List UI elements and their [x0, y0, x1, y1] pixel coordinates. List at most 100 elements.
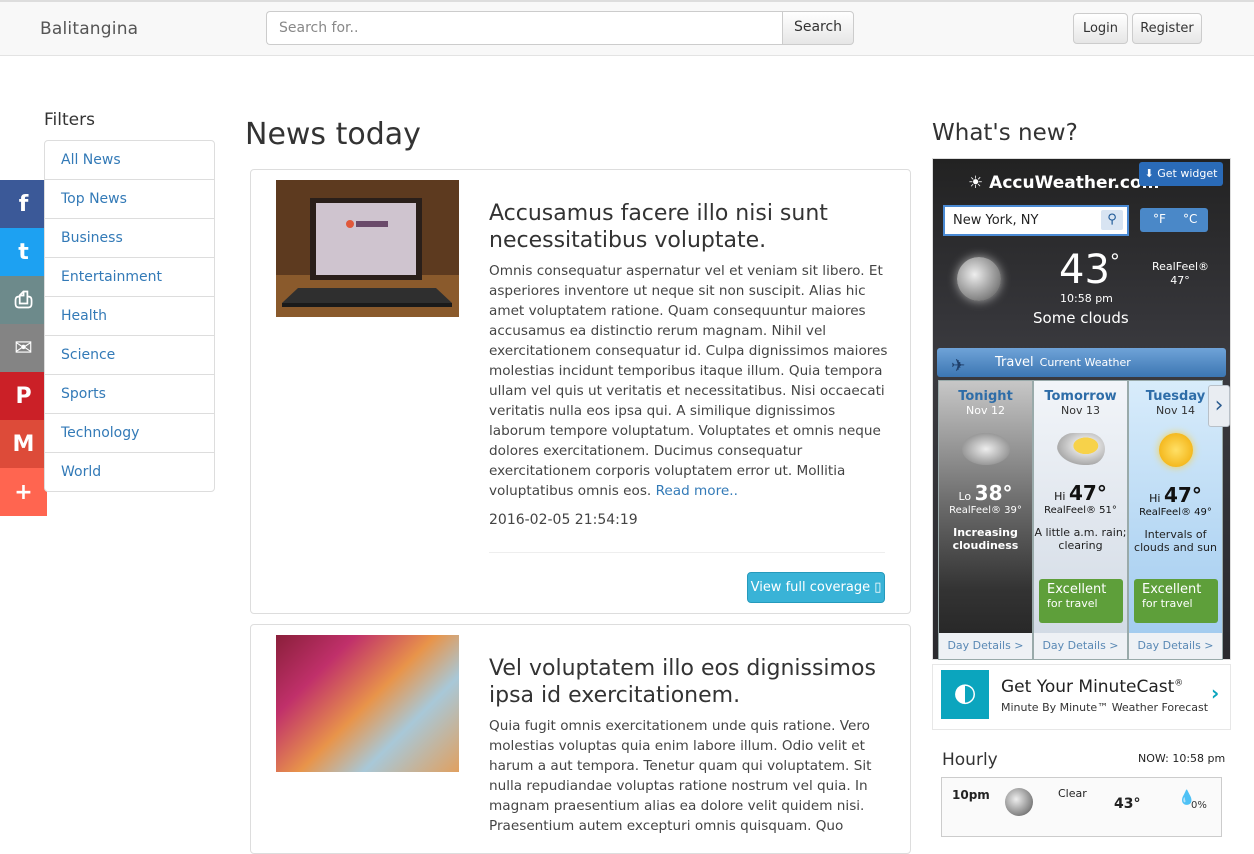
filter-technology[interactable]: Technology: [44, 413, 215, 453]
pinterest-icon[interactable]: P: [0, 372, 47, 420]
realfeel-label: RealFeel®: [1152, 260, 1210, 273]
accuweather-logo[interactable]: ☀ AccuWeather.com: [968, 173, 1159, 193]
view-full-coverage-button[interactable]: View full coverage ▯: [747, 572, 885, 603]
login-button[interactable]: Login: [1073, 13, 1128, 44]
travel-rating: Excellent: [1047, 582, 1107, 597]
whats-new-title: What's new?: [932, 120, 1078, 146]
read-more-link[interactable]: Read more..: [656, 483, 738, 499]
article-body: Omnis consequatur aspernatur vel et veni…: [489, 261, 889, 501]
day-details-link[interactable]: Day Details >: [1034, 633, 1127, 659]
brand-logo[interactable]: Balitangina: [40, 19, 138, 39]
chevron-right-icon[interactable]: ›: [1208, 385, 1230, 427]
forecast-day-tonight[interactable]: Tonight Nov 12 Lo 38° RealFeel® 39° Incr…: [938, 380, 1033, 660]
article-body: Quia fugit omnis exercitationem unde qui…: [489, 718, 872, 834]
travel-rating: Excellent: [1142, 582, 1202, 597]
filter-business[interactable]: Business: [44, 218, 215, 258]
more-share-icon[interactable]: +: [0, 468, 47, 516]
email-icon[interactable]: ✉: [0, 324, 47, 372]
plane-icon: ✈: [951, 356, 966, 376]
hour-time: 10pm: [952, 788, 990, 802]
realfeel-value: 47°: [1170, 274, 1190, 287]
day-description: Intervals of clouds and sun: [1134, 528, 1217, 554]
day-realfeel: RealFeel® 51°: [1044, 505, 1117, 516]
hour-condition: Clear: [1058, 787, 1087, 800]
moon-icon: [1005, 788, 1033, 816]
minutecast-banner[interactable]: ◐ Get Your MinuteCast® Minute By Minute™…: [932, 664, 1231, 730]
filter-entertainment[interactable]: Entertainment: [44, 257, 215, 297]
day-date: Nov 12: [966, 404, 1005, 417]
filter-sports[interactable]: Sports: [44, 374, 215, 414]
hourly-row[interactable]: 10pm Clear 43° 💧 0%: [941, 777, 1222, 837]
accuweather-logo-text: AccuWeather.com: [989, 173, 1160, 193]
article-title[interactable]: Vel voluptatem illo eos dignissimos ipsa…: [489, 655, 899, 709]
divider: [489, 552, 885, 553]
article-body-text: Omnis consequatur aspernatur vel et veni…: [489, 263, 888, 499]
article-title[interactable]: Accusamus facere illo nisi sunt necessit…: [489, 200, 899, 254]
unit-f[interactable]: °F: [1153, 212, 1166, 226]
hourly-title: Hourly: [942, 750, 998, 770]
search-icon[interactable]: ⚲: [1101, 210, 1123, 230]
search-button[interactable]: Search: [782, 11, 854, 45]
cloud-icon: [961, 433, 1010, 465]
page-title: News today: [245, 117, 421, 152]
day-description: Increasing cloudiness: [952, 526, 1019, 552]
day-description: A little a.m. rain; clearing: [1034, 526, 1127, 552]
day-temp-prefix: Hi: [1054, 490, 1066, 503]
news-card: Accusamus facere illo nisi sunt necessit…: [250, 169, 911, 614]
day-date: Nov 13: [1061, 404, 1100, 417]
day-temp-value: 47°: [1068, 481, 1107, 505]
minutecast-title-text: Get Your MinuteCast: [1001, 677, 1175, 697]
day-temp: Hi 47°: [1129, 483, 1222, 507]
register-button[interactable]: Register: [1132, 13, 1202, 44]
location-value: New York, NY: [953, 213, 1039, 228]
minutecast-title: Get Your MinuteCast®: [1001, 677, 1183, 697]
article-thumbnail-abstract[interactable]: [276, 635, 459, 772]
print-icon[interactable]: ⎙: [0, 276, 47, 324]
hour-temp: 43°: [1114, 796, 1141, 812]
location-input[interactable]: New York, NY ⚲: [943, 205, 1129, 236]
current-temp-value: 43: [1059, 247, 1110, 293]
filter-science[interactable]: Science: [44, 335, 215, 375]
current-time: 10:58 pm: [1060, 292, 1113, 305]
filters-title: Filters: [44, 110, 95, 130]
navbar: Balitangina Search Login Register: [0, 0, 1254, 56]
get-widget-button[interactable]: ⬇ Get widget: [1139, 162, 1223, 186]
day-realfeel: RealFeel® 49°: [1139, 507, 1212, 518]
day-details-link[interactable]: Day Details >: [939, 633, 1032, 659]
twitter-icon[interactable]: t: [0, 228, 47, 276]
social-share-bar: f t ⎙ ✉ P M +: [0, 180, 47, 516]
forecast-day-tomorrow[interactable]: Tomorrow Nov 13 Hi 47° RealFeel® 51° A l…: [1033, 380, 1128, 660]
moon-cloud-icon: [957, 257, 1001, 301]
unit-c[interactable]: °C: [1183, 212, 1197, 226]
filter-all-news[interactable]: All News: [44, 140, 215, 180]
current-condition: Some clouds: [1033, 309, 1129, 327]
search-input[interactable]: [266, 11, 784, 45]
realfeel: RealFeel® 47°: [1152, 260, 1210, 288]
day-name: Tomorrow: [1044, 389, 1117, 404]
hourly-now: NOW: 10:58 pm: [1138, 752, 1226, 765]
travel-rating-sub: for travel: [1047, 597, 1098, 610]
facebook-icon[interactable]: f: [0, 180, 47, 228]
get-widget-label: Get widget: [1157, 167, 1218, 180]
day-temp-value: 38°: [974, 481, 1013, 505]
minutecast-icon: ◐: [941, 670, 989, 719]
degree-symbol: °: [1109, 249, 1120, 274]
day-details-link[interactable]: Day Details >: [1129, 633, 1222, 659]
day-name: Tonight: [958, 389, 1013, 404]
travel-bar[interactable]: ✈ Travel Current Weather: [937, 348, 1226, 377]
registered-mark: ®: [1174, 678, 1184, 689]
article-thumbnail-laptop[interactable]: [276, 180, 459, 317]
current-temp: 43°: [1059, 247, 1120, 293]
filter-top-news[interactable]: Top News: [44, 179, 215, 219]
unit-toggle[interactable]: °F °C: [1140, 208, 1208, 232]
travel-rating-sub: for travel: [1142, 597, 1193, 610]
day-temp-prefix: Hi: [1149, 492, 1161, 505]
day-temp: Lo 38°: [939, 481, 1032, 505]
filter-world[interactable]: World: [44, 452, 215, 492]
filter-health[interactable]: Health: [44, 296, 215, 336]
filter-list: All News Top News Business Entertainment…: [44, 140, 215, 492]
day-realfeel: RealFeel® 39°: [949, 505, 1022, 516]
gmail-icon[interactable]: M: [0, 420, 47, 468]
hour-precip: 0%: [1191, 800, 1207, 811]
chevron-right-icon[interactable]: ›: [1211, 681, 1219, 705]
